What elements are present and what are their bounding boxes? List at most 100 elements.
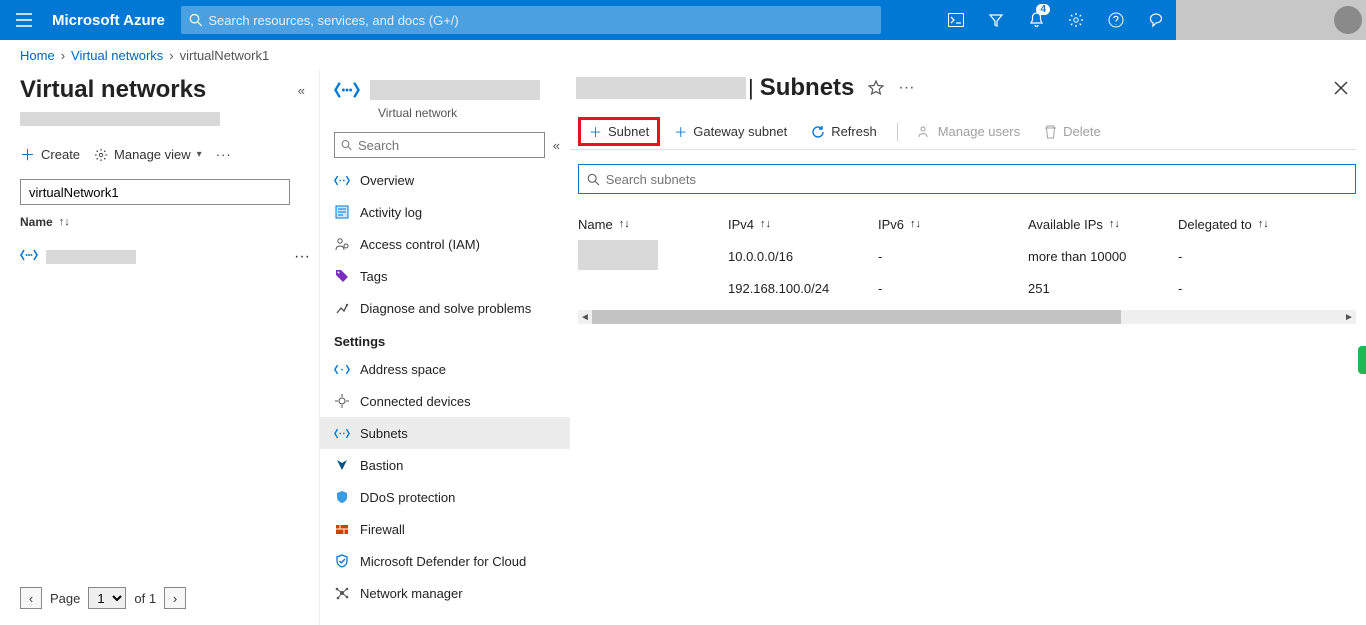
sort-icon: ↑↓: [1258, 218, 1269, 230]
nav-tags[interactable]: Tags: [320, 260, 570, 292]
brand-label: Microsoft Azure: [48, 12, 181, 29]
sort-arrow-icon: ↑↓: [59, 216, 70, 228]
cell-ipv4: 10.0.0.0/16: [728, 249, 878, 264]
breadcrumb-home[interactable]: Home: [20, 48, 55, 63]
table-header-row: Name↑↓ IPv4↑↓ IPv6↑↓ Available IPs↑↓ Del…: [578, 208, 1356, 240]
top-icon-bar: 4: [936, 0, 1176, 40]
help-button[interactable]: [1096, 0, 1136, 40]
detail-more-button[interactable]: ···: [898, 79, 914, 97]
col-ipv6[interactable]: IPv6↑↓: [878, 217, 1028, 232]
cell-delegated: -: [1178, 249, 1318, 264]
nav-bastion[interactable]: Bastion: [320, 449, 570, 481]
help-icon: [1108, 12, 1124, 28]
manage-view-button[interactable]: Manage view ▾: [94, 147, 202, 162]
cell-avail: more than 10000: [1028, 249, 1178, 264]
nav-network-manager[interactable]: Network manager: [320, 577, 570, 609]
gear-icon: [94, 148, 108, 162]
vnet-icon: [334, 175, 350, 186]
feedback-tab[interactable]: [1358, 346, 1366, 374]
pager-prev-button[interactable]: ‹: [20, 587, 42, 609]
firewall-icon: [334, 522, 350, 536]
notification-badge: 4: [1036, 4, 1050, 15]
hamburger-icon: [16, 13, 32, 27]
pager-next-button[interactable]: ›: [164, 587, 186, 609]
row-more-button[interactable]: ···: [294, 248, 310, 266]
nav-ddos[interactable]: DDoS protection: [320, 481, 570, 513]
top-bar: Microsoft Azure 4: [0, 0, 1366, 40]
scrollbar-thumb[interactable]: [592, 310, 1121, 324]
detail-header: | Subnets ···: [570, 70, 1366, 102]
cloud-shell-button[interactable]: [936, 0, 976, 40]
subscription-label: [20, 112, 220, 126]
nav-subnets[interactable]: Subnets: [320, 417, 570, 449]
favorite-button[interactable]: [868, 80, 884, 96]
feedback-button[interactable]: [1136, 0, 1176, 40]
subnets-icon: [334, 428, 350, 439]
notifications-button[interactable]: 4: [1016, 0, 1056, 40]
sort-icon: ↑↓: [910, 218, 921, 230]
vnet-name: [46, 250, 136, 264]
nav-section-settings: Settings: [320, 324, 570, 353]
cell-avail: 251: [1028, 281, 1178, 296]
global-search-input[interactable]: [208, 13, 872, 28]
cell-ipv6: -: [878, 281, 1028, 296]
table-row[interactable]: 10.0.0.0/16 - more than 10000 -: [578, 240, 1356, 272]
subnets-table: Name↑↓ IPv4↑↓ IPv6↑↓ Available IPs↑↓ Del…: [578, 208, 1356, 304]
add-gateway-subnet-button[interactable]: ＋ Gateway subnet: [664, 118, 797, 145]
pager-of-label: of 1: [134, 591, 156, 606]
column-header-name[interactable]: Name ↑↓: [20, 215, 319, 229]
refresh-button[interactable]: Refresh: [801, 120, 887, 143]
plus-icon: ＋: [674, 122, 687, 141]
horizontal-scrollbar[interactable]: ◄ ►: [578, 310, 1356, 324]
detail-pane: | Subnets ··· ＋ Subnet ＋ Gateway subnet …: [570, 70, 1366, 625]
nav-firewall[interactable]: Firewall: [320, 513, 570, 545]
nav-address-space[interactable]: Address space: [320, 353, 570, 385]
col-name[interactable]: Name↑↓: [578, 217, 728, 232]
scroll-right-button[interactable]: ►: [1342, 310, 1356, 324]
nav-diagnose[interactable]: Diagnose and solve problems: [320, 292, 570, 324]
global-search[interactable]: [181, 6, 881, 34]
detail-toolbar: ＋ Subnet ＋ Gateway subnet Refresh Manage…: [570, 114, 1356, 150]
vnet-icon: [334, 81, 360, 99]
gear-icon: [1068, 12, 1084, 28]
defender-icon: [334, 554, 350, 568]
vnet-list-item[interactable]: ···: [20, 241, 310, 273]
collapse-pane-button[interactable]: «: [298, 83, 305, 98]
sort-icon: ↑↓: [760, 218, 771, 230]
nav-search[interactable]: [334, 132, 545, 158]
table-row[interactable]: 192.168.100.0/24 - 251 -: [578, 272, 1356, 304]
collapse-nav-button[interactable]: «: [553, 138, 560, 153]
search-subnets-input[interactable]: [606, 172, 1347, 187]
add-subnet-button[interactable]: ＋ Subnet: [578, 117, 660, 146]
chevron-right-icon: ›: [169, 48, 173, 63]
avatar: [1334, 6, 1362, 34]
filter-input[interactable]: [20, 179, 290, 205]
vnet-list-pane: Virtual networks « ＋ Create Manage view …: [0, 70, 320, 625]
nav-scroll[interactable]: Overview Activity log Access control (IA…: [320, 164, 570, 625]
manage-users-button: Manage users: [908, 120, 1030, 143]
scroll-left-button[interactable]: ◄: [578, 310, 592, 324]
directories-button[interactable]: [976, 0, 1016, 40]
col-available-ips[interactable]: Available IPs↑↓: [1028, 217, 1178, 232]
more-button[interactable]: ···: [216, 147, 232, 162]
close-icon: [1334, 81, 1348, 95]
nav-overview[interactable]: Overview: [320, 164, 570, 196]
close-button[interactable]: [1334, 81, 1348, 95]
resource-header: Virtual network: [320, 70, 570, 120]
nav-defender[interactable]: Microsoft Defender for Cloud: [320, 545, 570, 577]
create-button[interactable]: ＋ Create: [20, 144, 80, 165]
account-block[interactable]: [1176, 0, 1366, 40]
pager-page-select[interactable]: 1: [88, 587, 126, 609]
breadcrumb-vnets[interactable]: Virtual networks: [71, 48, 163, 63]
plus-icon: ＋: [589, 122, 602, 141]
col-ipv4[interactable]: IPv4↑↓: [728, 217, 878, 232]
hamburger-menu[interactable]: [0, 0, 48, 40]
nav-connected-devices[interactable]: Connected devices: [320, 385, 570, 417]
nav-activity-log[interactable]: Activity log: [320, 196, 570, 228]
nav-search-input[interactable]: [358, 138, 538, 153]
search-subnets[interactable]: [578, 164, 1356, 194]
manage-view-label: Manage view: [114, 147, 191, 162]
settings-button[interactable]: [1056, 0, 1096, 40]
col-delegated[interactable]: Delegated to↑↓: [1178, 217, 1318, 232]
nav-access-control[interactable]: Access control (IAM): [320, 228, 570, 260]
